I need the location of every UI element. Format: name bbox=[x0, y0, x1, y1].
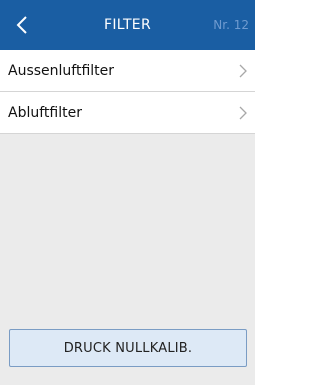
filter-screen: FILTER Nr. 12 Aussenluftfilter Abluftfil… bbox=[0, 0, 255, 385]
chevron-right-icon bbox=[239, 92, 247, 134]
header-bar: FILTER Nr. 12 bbox=[0, 0, 255, 50]
screen-number: Nr. 12 bbox=[213, 18, 249, 32]
back-button[interactable] bbox=[0, 0, 44, 50]
menu-item-label: Abluftfilter bbox=[8, 104, 82, 121]
page-title: FILTER bbox=[104, 17, 151, 33]
menu-item-aussenluftfilter[interactable]: Aussenluftfilter bbox=[0, 50, 255, 92]
menu-item-label: Aussenluftfilter bbox=[8, 62, 115, 79]
chevron-left-icon bbox=[16, 16, 27, 34]
menu-item-abluftfilter[interactable]: Abluftfilter bbox=[0, 92, 255, 134]
menu-list: Aussenluftfilter Abluftfilter bbox=[0, 50, 255, 134]
chevron-right-icon bbox=[239, 50, 247, 92]
pressure-zero-calibration-button[interactable]: DRUCK NULLKALIB. bbox=[9, 329, 247, 367]
